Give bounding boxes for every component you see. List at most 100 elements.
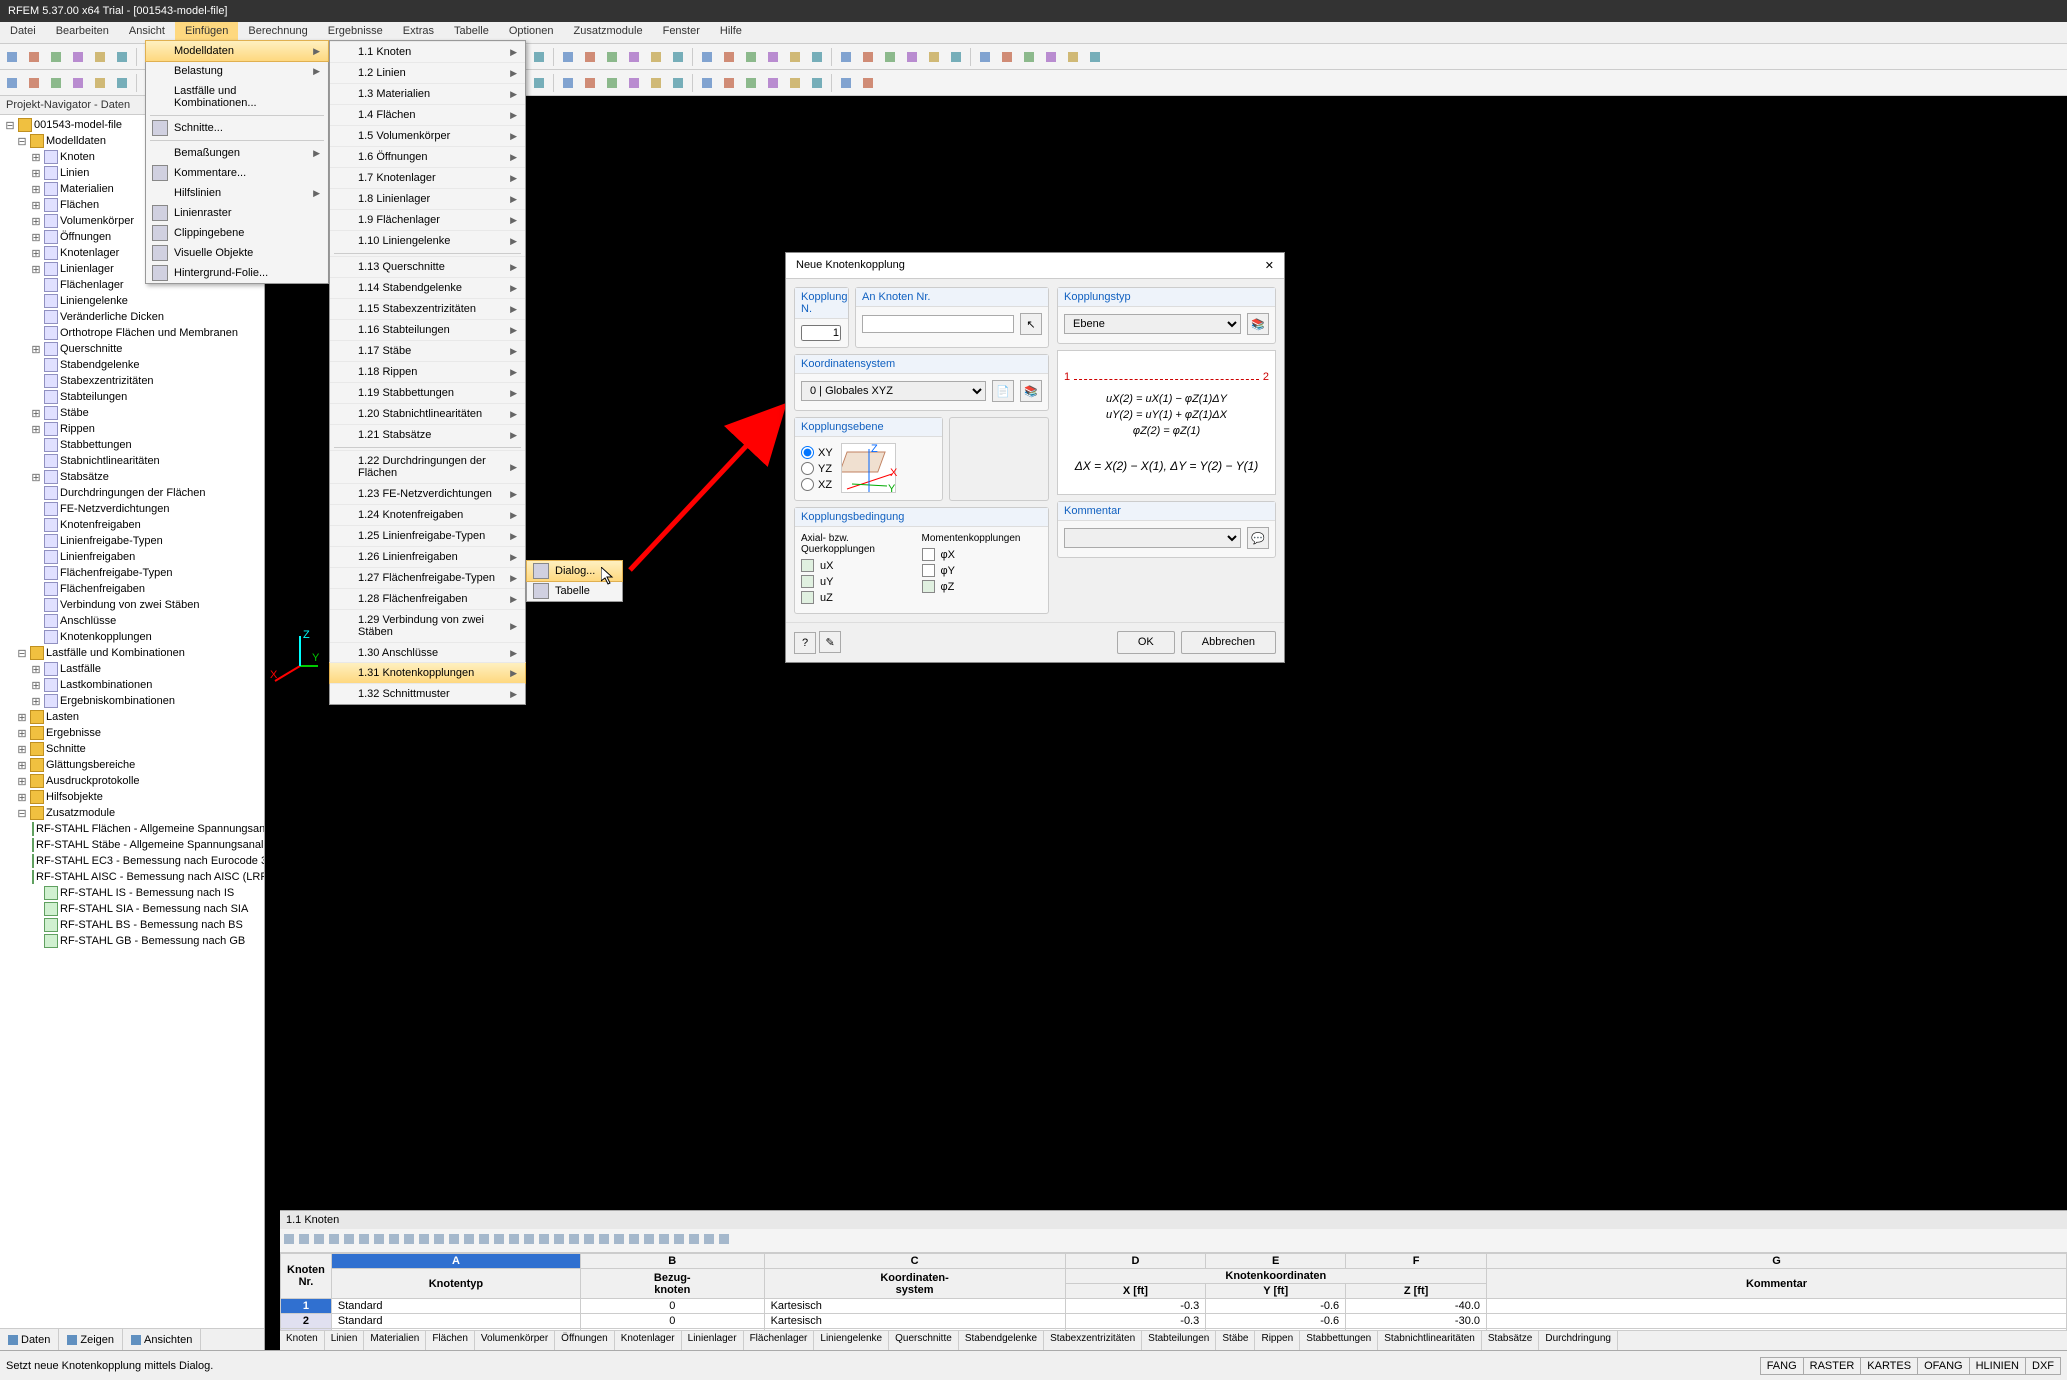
nav-tab-ansichten[interactable]: Ansichten xyxy=(123,1329,201,1350)
table-tool-5[interactable] xyxy=(357,1232,371,1249)
toolbar-button-41[interactable] xyxy=(946,47,966,67)
toolbar-button-24[interactable] xyxy=(558,73,578,93)
tree-item-17[interactable]: ⊞Rippen xyxy=(2,421,262,437)
menu2-item-14[interactable]: 1.16 Stabteilungen▶ xyxy=(330,319,525,340)
toolbar-button-23[interactable] xyxy=(529,73,549,93)
menu1-item-7[interactable]: Kommentare... xyxy=(146,163,328,183)
table-tool-10[interactable] xyxy=(432,1232,446,1249)
table-tool-28[interactable] xyxy=(702,1232,716,1249)
menu2-item-13[interactable]: 1.15 Stabexzentrizitäten▶ xyxy=(330,298,525,319)
menu2-item-31[interactable]: 1.32 Schnittmuster▶ xyxy=(330,683,525,704)
menu-hilfe[interactable]: Hilfe xyxy=(710,22,752,43)
menu2-item-18[interactable]: 1.20 Stabnichtlinearitäten▶ xyxy=(330,403,525,424)
tree-item-14[interactable]: Stabexzentrizitäten xyxy=(2,373,262,389)
uy-check[interactable]: uY xyxy=(801,575,922,588)
table-tool-19[interactable] xyxy=(567,1232,581,1249)
menu2-item-3[interactable]: 1.4 Flächen▶ xyxy=(330,104,525,125)
status-cell-kartes[interactable]: KARTES xyxy=(1860,1357,1918,1375)
close-icon[interactable]: ✕ xyxy=(1265,259,1274,272)
plane-xy-radio[interactable]: XY xyxy=(801,446,833,459)
menu3-item-0[interactable]: Dialog... xyxy=(526,560,623,582)
table-grid[interactable]: Knoten Nr.ABCDEFGKnotentypBezug- knotenK… xyxy=(280,1253,2067,1330)
table-tool-26[interactable] xyxy=(672,1232,686,1249)
menu2-item-1[interactable]: 1.2 Linien▶ xyxy=(330,62,525,83)
toolbar-button-37[interactable] xyxy=(858,47,878,67)
toolbar-button-32[interactable] xyxy=(741,47,761,67)
menu2-item-2[interactable]: 1.3 Materialien▶ xyxy=(330,83,525,104)
menu2-item-9[interactable]: 1.10 Liniengelenke▶ xyxy=(330,230,525,251)
table-tool-4[interactable] xyxy=(342,1232,356,1249)
toolbar-button-26[interactable] xyxy=(602,47,622,67)
table-tab-7[interactable]: Linienlager xyxy=(682,1331,744,1350)
table-tab-11[interactable]: Stabendgelenke xyxy=(959,1331,1044,1350)
tree-item-22[interactable]: FE-Netzverdichtungen xyxy=(2,501,262,517)
menu1-item-10[interactable]: Clippingebene xyxy=(146,223,328,243)
menu2-item-26[interactable]: 1.27 Flächenfreigabe-Typen▶ xyxy=(330,567,525,588)
dialog-titlebar[interactable]: Neue Knotenkopplung ✕ xyxy=(786,253,1284,279)
table-tool-29[interactable] xyxy=(717,1232,731,1249)
menu2-item-0[interactable]: 1.1 Knoten▶ xyxy=(330,41,525,62)
table-tool-8[interactable] xyxy=(402,1232,416,1249)
toolbar-button-28[interactable] xyxy=(646,47,666,67)
menu3-item-1[interactable]: Tabelle xyxy=(527,581,622,601)
tree-item-23[interactable]: Knotenfreigaben xyxy=(2,517,262,533)
table-tool-1[interactable] xyxy=(297,1232,311,1249)
toolbar-button-2[interactable] xyxy=(46,47,66,67)
table-tab-13[interactable]: Stabteilungen xyxy=(1142,1331,1216,1350)
tree-item-30[interactable]: Knotenkopplungen xyxy=(2,629,262,645)
toolbar-button-47[interactable] xyxy=(1085,47,1105,67)
toolbar-button-33[interactable] xyxy=(763,73,783,93)
toolbar-button-45[interactable] xyxy=(1041,47,1061,67)
table-tab-10[interactable]: Querschnitte xyxy=(889,1331,959,1350)
menu1-item-11[interactable]: Visuelle Objekte xyxy=(146,243,328,263)
table-tool-27[interactable] xyxy=(687,1232,701,1249)
toolbar-button-39[interactable] xyxy=(902,47,922,67)
tree-item-25[interactable]: Linienfreigaben xyxy=(2,549,262,565)
menu1-item-6[interactable]: Bemaßungen▶ xyxy=(146,143,328,163)
table-tab-18[interactable]: Stabsätze xyxy=(1482,1331,1539,1350)
toolbar-button-25[interactable] xyxy=(580,73,600,93)
pick-node-button[interactable]: ↖ xyxy=(1020,313,1042,335)
navigator-tree[interactable]: ⊟001543-model-file⊟Modelldaten⊞Knoten⊞Li… xyxy=(0,115,264,1328)
phiz-check[interactable]: φZ xyxy=(922,580,1043,593)
menu2-item-5[interactable]: 1.6 Öffnungen▶ xyxy=(330,146,525,167)
menu2-item-28[interactable]: 1.29 Verbindung von zwei Stäben▶ xyxy=(330,609,525,642)
toolbar-button-33[interactable] xyxy=(763,47,783,67)
menu2-item-23[interactable]: 1.24 Knotenfreigaben▶ xyxy=(330,504,525,525)
help-button[interactable]: ? xyxy=(794,632,816,654)
tree-rest-2[interactable]: ⊞Schnitte xyxy=(2,741,262,757)
table-tool-11[interactable] xyxy=(447,1232,461,1249)
toolbar-button-27[interactable] xyxy=(624,73,644,93)
toolbar-button-38[interactable] xyxy=(880,47,900,67)
table-tool-3[interactable] xyxy=(327,1232,341,1249)
tree-rest-3[interactable]: ⊞Glättungsbereiche xyxy=(2,757,262,773)
nav-tab-zeigen[interactable]: Zeigen xyxy=(59,1329,123,1350)
tree-lf-2[interactable]: ⊞Ergebniskombinationen xyxy=(2,693,262,709)
toolbar-button-43[interactable] xyxy=(997,47,1017,67)
menu2-item-21[interactable]: 1.22 Durchdringungen der Flächen▶ xyxy=(330,450,525,483)
toolbar-button-36[interactable] xyxy=(836,73,856,93)
toolbar-button-44[interactable] xyxy=(1019,47,1039,67)
table-tool-22[interactable] xyxy=(612,1232,626,1249)
tree-item-21[interactable]: Durchdringungen der Flächen xyxy=(2,485,262,501)
table-tool-16[interactable] xyxy=(522,1232,536,1249)
tree-rest-5[interactable]: ⊞Hilfsobjekte xyxy=(2,789,262,805)
table-tab-1[interactable]: Linien xyxy=(325,1331,365,1350)
table-tab-9[interactable]: Liniengelenke xyxy=(814,1331,889,1350)
table-tab-8[interactable]: Flächenlager xyxy=(744,1331,815,1350)
ux-check[interactable]: uX xyxy=(801,559,922,572)
cancel-button[interactable]: Abbrechen xyxy=(1181,631,1276,654)
tree-lf-1[interactable]: ⊞Lastkombinationen xyxy=(2,677,262,693)
status-cell-dxf[interactable]: DXF xyxy=(2025,1357,2061,1375)
table-tool-18[interactable] xyxy=(552,1232,566,1249)
toolbar-button-36[interactable] xyxy=(836,47,856,67)
tree-module-2[interactable]: RF-STAHL EC3 - Bemessung nach Eurocode 3 xyxy=(2,853,262,869)
uz-check[interactable]: uZ xyxy=(801,591,922,604)
table-tool-21[interactable] xyxy=(597,1232,611,1249)
tree-item-13[interactable]: Stabendgelenke xyxy=(2,357,262,373)
table-tool-12[interactable] xyxy=(462,1232,476,1249)
kommentar-input[interactable] xyxy=(1064,528,1241,548)
table-tab-5[interactable]: Öffnungen xyxy=(555,1331,615,1350)
toolbar-button-29[interactable] xyxy=(668,73,688,93)
status-cell-ofang[interactable]: OFANG xyxy=(1917,1357,1970,1375)
